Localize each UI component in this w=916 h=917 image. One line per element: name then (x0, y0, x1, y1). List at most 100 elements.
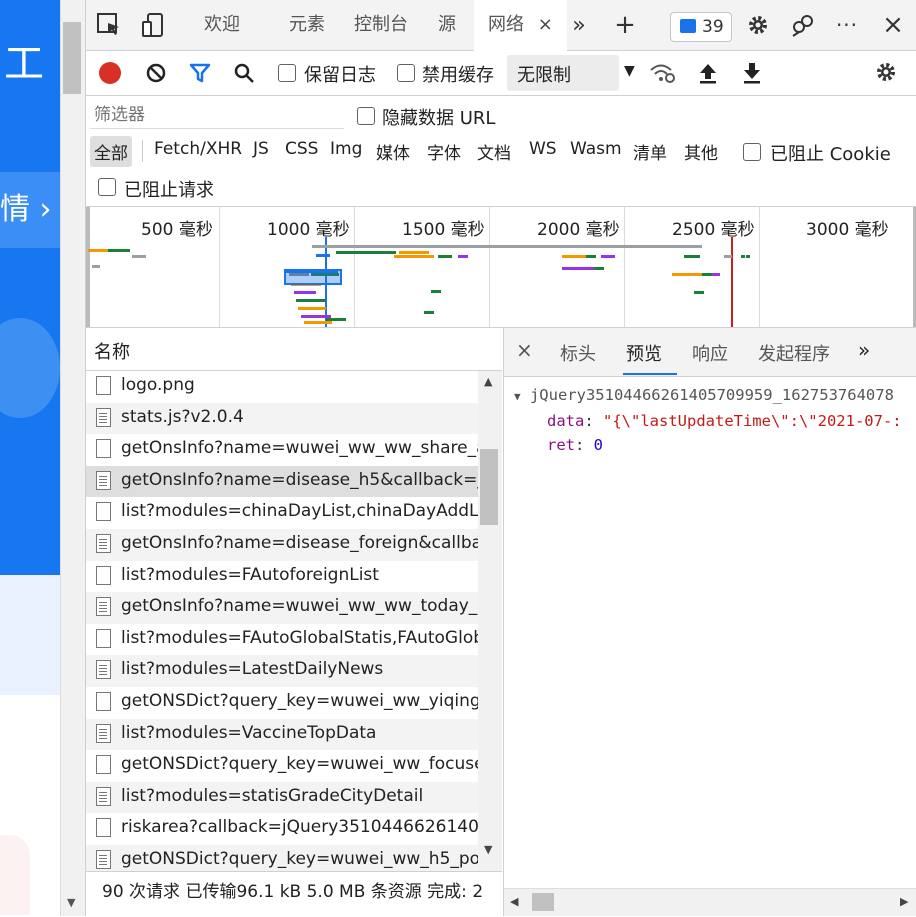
chevron-down-icon[interactable]: ▼ (624, 63, 635, 79)
type-filter-other[interactable]: 其他 (684, 139, 718, 164)
filter-icon[interactable] (188, 61, 212, 90)
blocked-cookies-checkbox[interactable] (743, 143, 761, 161)
page-scrollbar-thumb[interactable] (63, 22, 81, 94)
more-details-tabs-icon[interactable]: » (858, 338, 870, 362)
request-row[interactable]: stats.js?v2.0.4 (86, 402, 478, 435)
record-icon[interactable] (99, 62, 121, 84)
request-row[interactable]: logo.png (86, 371, 478, 403)
throttling-value: 无限制 (517, 65, 571, 86)
page-nav-button[interactable]: 情 › (0, 172, 60, 248)
request-list: logo.png stats.js?v2.0.4 getOnsInfo?name=w… (86, 371, 478, 871)
device-emulation-icon[interactable] (138, 10, 168, 40)
settings-gear-icon[interactable] (743, 10, 773, 40)
request-list-scrollbar-thumb[interactable] (480, 449, 498, 525)
preview-horizontal-scrollbar[interactable]: ◀ ▶ (504, 888, 916, 916)
tab-console[interactable]: 控制台 (354, 0, 408, 50)
request-row[interactable]: list?modules=LatestDailyNews (86, 655, 478, 687)
type-filter-doc[interactable]: 文档 (477, 139, 511, 164)
export-har-icon[interactable] (740, 60, 764, 91)
tab-welcome[interactable]: 欢迎 (204, 0, 240, 50)
request-row[interactable]: getOnsInfo?name=disease_foreign&callback (86, 529, 478, 561)
name-column-header[interactable]: 名称 (86, 328, 502, 371)
search-icon[interactable] (232, 61, 256, 90)
scroll-left-arrow-icon[interactable]: ◀ (510, 895, 518, 908)
tab-sources[interactable]: 源 (438, 0, 456, 50)
request-name: getONSDict?query_key=wuwei_ww_focuseco (121, 754, 478, 775)
type-filter-fetch-xhr[interactable]: Fetch/XHR (154, 139, 242, 159)
request-row[interactable]: list?modules=VaccineTopData (86, 718, 478, 751)
request-name: getOnsInfo?name=wuwei_ww_ww_share_acti (121, 438, 478, 459)
file-icon (96, 407, 111, 427)
tab-initiator[interactable]: 发起程序 (758, 340, 830, 366)
blocked-requests-checkbox[interactable] (98, 178, 116, 196)
request-row[interactable]: getONSDict?query_key=wuwei_ww_focuseco (86, 750, 478, 782)
issues-badge[interactable]: 39 (670, 12, 732, 42)
type-filter-font[interactable]: 字体 (427, 139, 461, 164)
request-list-scrollbar[interactable]: ▲ ▼ (478, 371, 502, 871)
tab-network[interactable]: 网络 × (474, 0, 567, 52)
more-options-icon[interactable]: ··· (832, 10, 862, 40)
more-tabs-icon[interactable]: » (564, 10, 594, 40)
file-icon (96, 439, 111, 459)
expand-triangle-icon[interactable]: ▼ (514, 390, 521, 403)
request-row[interactable]: list?modules=FAutoforeignList (86, 561, 478, 593)
type-filter-all[interactable]: 全部 (90, 136, 132, 167)
type-filter-js[interactable]: JS (253, 139, 269, 159)
request-row[interactable]: list?modules=statisGradeCityDetail (86, 781, 478, 814)
type-filter-manifest[interactable]: 清单 (633, 139, 667, 164)
clear-icon[interactable] (144, 61, 168, 90)
close-tab-icon[interactable]: × (538, 14, 553, 35)
hide-data-urls-checkbox[interactable] (357, 107, 375, 125)
tab-elements[interactable]: 元素 (289, 0, 325, 50)
close-details-icon[interactable]: × (516, 338, 533, 362)
request-row[interactable]: list?modules=FAutoGlobalStatis,FAutoGlob… (86, 624, 478, 656)
type-filter-img[interactable]: Img (330, 139, 362, 159)
inspect-element-icon[interactable] (94, 10, 124, 40)
time-tick-label: 2500 毫秒 (672, 220, 755, 240)
request-row[interactable]: getOnsInfo?name=wuwei_ww_ww_share_acti (86, 434, 478, 466)
add-tab-icon[interactable]: + (610, 10, 640, 40)
request-row[interactable]: getOnsInfo?name=disease_h5&callback=jQu (86, 465, 478, 498)
scroll-down-arrow-icon[interactable]: ▼ (67, 896, 75, 909)
overview-left-handle[interactable] (86, 207, 90, 327)
hide-data-urls-label: 隐藏数据 URL (382, 108, 496, 129)
request-name: list?modules=FAutoGlobalStatis,FAutoGlob… (121, 627, 478, 648)
connected-devices-icon[interactable] (788, 10, 818, 40)
preserve-log-checkbox[interactable] (278, 64, 296, 82)
preview-scrollbar-thumb[interactable] (532, 893, 554, 911)
preview-root-node[interactable]: ▼ jQuery35104466261405709959_16275376407… (514, 386, 894, 404)
tab-response[interactable]: 响应 (692, 340, 728, 366)
preserve-log-label: 保留日志 (304, 65, 376, 86)
network-overview[interactable]: 500 毫秒 1000 毫秒 1500 毫秒 2000 毫秒 2500 毫秒 3… (86, 207, 916, 328)
request-row[interactable]: getONSDict?query_key=wuwei_ww_h5_poste (86, 845, 478, 871)
import-har-icon[interactable] (696, 60, 720, 91)
preview-data-property[interactable]: data: "{\"lastUpdateTime\":\"2021-07-: (547, 412, 902, 430)
request-row[interactable]: list?modules=chinaDayList,chinaDayAddLis… (86, 497, 478, 529)
filter-input[interactable] (90, 102, 344, 129)
preview-ret-property[interactable]: ret: 0 (547, 436, 603, 454)
throttling-select[interactable]: 无限制 (507, 55, 619, 91)
separator: : (584, 412, 603, 430)
scroll-down-arrow-icon[interactable]: ▼ (484, 843, 492, 856)
type-filter-css[interactable]: CSS (285, 139, 318, 159)
request-row[interactable]: getONSDict?query_key=wuwei_ww_yiqing&j. (86, 687, 478, 719)
network-settings-gear-icon[interactable] (874, 60, 898, 89)
waterfall-bar (296, 299, 326, 302)
type-filter-media[interactable]: 媒体 (376, 139, 410, 164)
tab-headers[interactable]: 标头 (560, 340, 596, 366)
disable-cache-checkbox[interactable] (397, 64, 415, 82)
request-row[interactable]: riskarea?callback=jQuery3510446626140570… (86, 813, 478, 845)
page-scrollbar[interactable]: ▼ (60, 0, 85, 916)
waterfall-bar (741, 255, 745, 258)
webpage-viewport: 工 情 › (0, 0, 60, 916)
type-filter-ws[interactable]: WS (529, 139, 557, 159)
request-name: list?modules=VaccineTopData (121, 722, 377, 743)
close-devtools-icon[interactable]: × (878, 10, 908, 40)
network-conditions-icon[interactable] (648, 60, 676, 91)
request-row[interactable]: getOnsInfo?name=wuwei_ww_ww_today_not (86, 592, 478, 624)
time-tick-label: 3000 毫秒 (806, 220, 889, 240)
scroll-right-arrow-icon[interactable]: ▶ (900, 895, 908, 908)
type-filter-wasm[interactable]: Wasm (570, 139, 622, 159)
scroll-up-arrow-icon[interactable]: ▲ (484, 375, 492, 388)
tab-preview[interactable]: 预览 (626, 340, 662, 366)
